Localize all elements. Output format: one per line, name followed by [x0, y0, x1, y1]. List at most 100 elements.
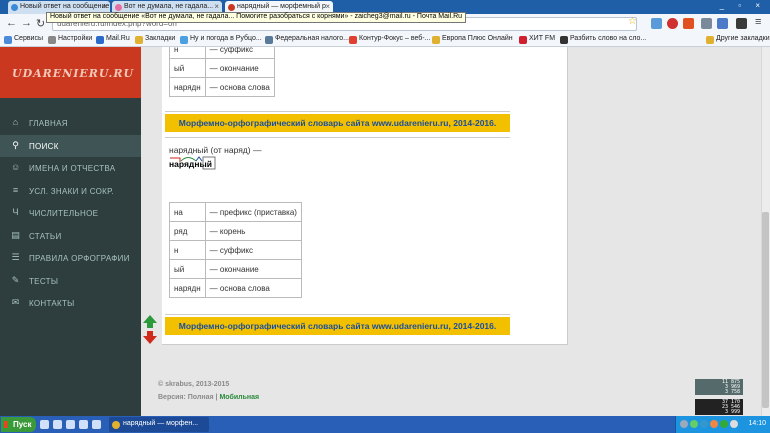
- tab-title: нарядный — морфемный р: [237, 3, 326, 10]
- morpheme-description: — окончание: [204, 58, 275, 78]
- folder-icon: [706, 36, 714, 44]
- divider: [165, 314, 510, 315]
- extension-icon[interactable]: [701, 18, 712, 29]
- mail-favicon-icon: [11, 4, 18, 11]
- bookmark-item[interactable]: Закладки: [135, 35, 175, 44]
- sidebar-item[interactable]: ⚲ Поиск: [0, 134, 141, 157]
- extension-icon[interactable]: [683, 18, 694, 29]
- quicklaunch-icon[interactable]: [92, 420, 101, 429]
- tray-icon[interactable]: [720, 420, 728, 428]
- scroll-up-arrow-icon[interactable]: [143, 315, 157, 323]
- liveinternet-counter[interactable]: 11 875 3 969 3 758: [695, 379, 743, 395]
- bookmark-item[interactable]: Сервисы: [4, 35, 43, 44]
- sidebar-item[interactable]: ▤ Статьи: [0, 225, 141, 247]
- system-tray: 14:10: [675, 416, 770, 433]
- start-button[interactable]: Пуск: [1, 417, 36, 432]
- taskbar-chrome-window[interactable]: нарядный — морфен...: [109, 417, 209, 432]
- scroll-down-arrow-icon[interactable]: [143, 336, 157, 344]
- morpheme-part: ый: [169, 259, 206, 279]
- extension-icon[interactable]: [736, 18, 747, 29]
- search-icon: ⚲: [12, 139, 19, 150]
- articles-icon: ▤: [11, 229, 20, 240]
- tray-icon[interactable]: [710, 420, 718, 428]
- sidebar-item-label: Контакты: [29, 299, 75, 308]
- tab-title: Новый ответ на сообщение: [20, 3, 110, 10]
- morpheme-part: нарядн: [169, 77, 206, 97]
- sidebar-item-label: Тесты: [29, 276, 59, 286]
- stats-counter[interactable]: 37 170 23 546 3 999: [695, 399, 743, 415]
- bookmark-item[interactable]: Mail.Ru: [96, 35, 130, 44]
- sidebar-item[interactable]: ≡ Усл. знаки и сокр.: [0, 180, 141, 202]
- bookmark-item[interactable]: Федеральная налого...: [265, 35, 349, 44]
- dictionary-banner[interactable]: Морфемно-орфографический словарь сайта w…: [165, 114, 510, 132]
- bookmark-item[interactable]: Ну и погода в Рубцо...: [180, 35, 262, 44]
- bookmark-item[interactable]: Разбить слово на сло...: [560, 35, 646, 44]
- tests-icon: ✎: [11, 274, 20, 285]
- volume-icon[interactable]: [730, 420, 738, 428]
- adblock-icon[interactable]: [667, 18, 678, 29]
- tray-icon[interactable]: [690, 420, 698, 428]
- scroll-thumb[interactable]: [762, 212, 769, 408]
- tray-icon[interactable]: [700, 420, 708, 428]
- bookmark-item[interactable]: ХИТ FM: [519, 35, 555, 44]
- other-bookmarks[interactable]: Другие закладки: [706, 35, 770, 44]
- quicklaunch-icon[interactable]: [79, 420, 88, 429]
- bookmark-item[interactable]: Контур-Фокус – веб-...: [349, 35, 430, 44]
- hitfm-icon: [519, 36, 527, 44]
- taskbar: Пуск нарядный — морфен... 14:10: [0, 416, 770, 433]
- close-icon[interactable]: ×: [102, 2, 107, 11]
- extension-icon[interactable]: [717, 18, 728, 29]
- apps-icon: [4, 36, 12, 44]
- scrollbar[interactable]: [761, 47, 770, 416]
- logo-area[interactable]: UDARENIERU.RU: [0, 47, 141, 98]
- morpheme-description: — окончание: [204, 259, 302, 279]
- morpheme-description: — префикс (приставка): [204, 202, 302, 222]
- sidebar-item[interactable]: ☰ Правила орфографии: [0, 247, 141, 269]
- footer-copyright: © skrabus, 2013-2015: [158, 381, 230, 388]
- menu-icon[interactable]: ≡: [755, 16, 761, 28]
- sidebar-item-label: Главная: [29, 119, 68, 128]
- morpheme-description: — основа слова: [204, 278, 302, 298]
- close-icon[interactable]: ×: [214, 2, 219, 11]
- morpheme-table-previous: н — суффикс ый — окончание нарядн — основа сл…: [169, 47, 275, 97]
- window-controls[interactable]: _ ▫ ×: [720, 1, 766, 10]
- morpheme-part: ряд: [169, 221, 206, 241]
- quicklaunch-icon[interactable]: [66, 420, 75, 429]
- sidebar-item[interactable]: ✉ Контакты: [0, 292, 141, 314]
- table-row: нарядн — основа слова: [169, 77, 275, 97]
- tab-tooltip: Новый ответ на сообщение «Вот не думала,…: [46, 12, 467, 23]
- mobile-version-link[interactable]: Мобильная: [219, 394, 259, 401]
- extension-icon[interactable]: [651, 18, 662, 29]
- settings-icon: [48, 36, 56, 44]
- scroll-up-arrow-stem[interactable]: [147, 323, 153, 328]
- home-icon: ⌂: [12, 117, 19, 127]
- sidebar-item-label: Правила орфографии: [29, 254, 130, 263]
- reload-icon[interactable]: ↻: [36, 17, 45, 30]
- site-logo: UDARENIERU.RU: [12, 67, 135, 80]
- bookmark-item[interactable]: Настройки: [48, 35, 92, 44]
- quicklaunch-icon[interactable]: [53, 420, 62, 429]
- morpheme-part: н: [169, 240, 206, 260]
- sidebar-item[interactable]: ✎ Тесты: [0, 270, 141, 292]
- sidebar: UDARENIERU.RU ⌂ Главная ⚲ Поиск ☺ Имена и отч…: [0, 47, 141, 416]
- divider: [165, 111, 510, 112]
- bookmarks-bar: Сервисы Настройки Mail.Ru Закладки Ну и …: [0, 34, 770, 47]
- sidebar-item[interactable]: ⌂ Главная: [0, 112, 141, 134]
- bookmark-item[interactable]: Европа Плюс Онлайн: [432, 35, 513, 44]
- weather-icon: [180, 36, 188, 44]
- morpheme-part: нарядн: [169, 278, 206, 298]
- star-icon[interactable]: ☆: [628, 16, 637, 27]
- quicklaunch-icon[interactable]: [40, 420, 49, 429]
- close-icon[interactable]: ×: [325, 2, 330, 11]
- sidebar-item[interactable]: Ч Числительное: [0, 202, 141, 224]
- dictionary-banner[interactable]: Морфемно-орфографический словарь сайта w…: [165, 317, 510, 335]
- forward-arrow-icon[interactable]: →: [21, 17, 32, 29]
- table-row: на — префикс (приставка): [169, 202, 302, 222]
- bookmark-icon: [560, 36, 568, 44]
- divider: [165, 137, 510, 138]
- morpheme-markup-icon: [170, 156, 216, 170]
- folder-icon: [135, 36, 143, 44]
- sidebar-item[interactable]: ☺ Имена и отчества: [0, 157, 141, 179]
- back-arrow-icon[interactable]: ←: [6, 17, 17, 29]
- tray-icon[interactable]: [680, 420, 688, 428]
